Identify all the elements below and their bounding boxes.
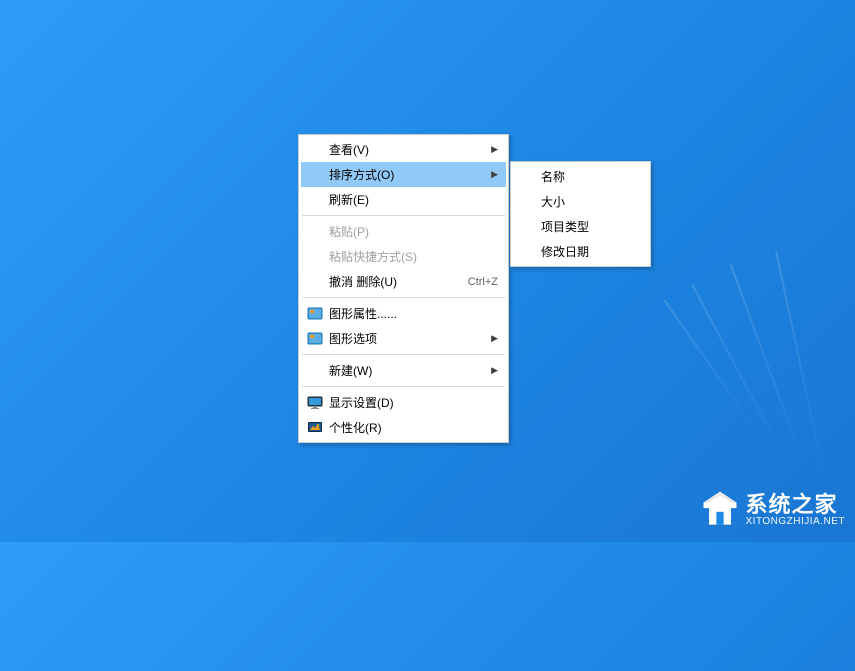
submenu-item-item-type[interactable]: 项目类型 — [513, 214, 648, 239]
menu-label: 粘贴(P) — [329, 223, 498, 240]
watermark-url: XITONGZHIJIA.NET — [746, 516, 846, 527]
menu-label: 名称 — [541, 168, 640, 185]
desktop-context-menu: 查看(V) ▶ 排序方式(O) ▶ 刷新(E) 粘贴(P) 粘贴快捷方式(S) … — [298, 134, 509, 443]
blank-icon — [517, 193, 537, 211]
menu-label: 个性化(R) — [329, 419, 498, 436]
personalize-icon — [305, 419, 325, 437]
menu-label: 排序方式(O) — [329, 166, 490, 183]
menu-label: 大小 — [541, 193, 640, 210]
blank-icon — [305, 273, 325, 291]
menu-shortcut: Ctrl+Z — [468, 276, 498, 288]
submenu-arrow-icon: ▶ — [490, 169, 498, 180]
menu-separator — [302, 215, 505, 216]
blank-icon — [305, 166, 325, 184]
menu-separator — [302, 297, 505, 298]
graphics-icon — [305, 305, 325, 323]
menu-separator — [302, 386, 505, 387]
menu-separator — [302, 354, 505, 355]
menu-label: 撤消 删除(U) — [329, 273, 458, 290]
menu-label: 显示设置(D) — [329, 394, 498, 411]
menu-item-graphics-options[interactable]: 图形选项 ▶ — [301, 326, 506, 351]
menu-item-undo-delete[interactable]: 撤消 删除(U) Ctrl+Z — [301, 269, 506, 294]
menu-item-personalize[interactable]: 个性化(R) — [301, 415, 506, 440]
submenu-item-date-modified[interactable]: 修改日期 — [513, 239, 648, 264]
menu-item-view[interactable]: 查看(V) ▶ — [301, 137, 506, 162]
submenu-item-size[interactable]: 大小 — [513, 189, 648, 214]
menu-label: 粘贴快捷方式(S) — [329, 248, 498, 265]
submenu-arrow-icon: ▶ — [490, 333, 498, 344]
menu-label: 图形选项 — [329, 330, 490, 347]
menu-label: 项目类型 — [541, 218, 640, 235]
menu-label: 查看(V) — [329, 141, 490, 158]
desktop-light-rays — [455, 271, 855, 671]
watermark: 系统之家 XITONGZHIJIA.NET — [698, 488, 846, 532]
menu-label: 图形属性...... — [329, 305, 498, 322]
submenu-arrow-icon: ▶ — [490, 144, 498, 155]
menu-item-display-settings[interactable]: 显示设置(D) — [301, 390, 506, 415]
menu-item-paste: 粘贴(P) — [301, 219, 506, 244]
watermark-title: 系统之家 — [746, 494, 846, 516]
submenu-arrow-icon: ▶ — [490, 365, 498, 376]
menu-item-new[interactable]: 新建(W) ▶ — [301, 358, 506, 383]
blank-icon — [305, 248, 325, 266]
menu-label: 刷新(E) — [329, 191, 498, 208]
menu-label: 新建(W) — [329, 362, 490, 379]
blank-icon — [305, 191, 325, 209]
menu-label: 修改日期 — [541, 243, 640, 260]
menu-item-graphics-properties[interactable]: 图形属性...... — [301, 301, 506, 326]
menu-item-refresh[interactable]: 刷新(E) — [301, 187, 506, 212]
submenu-item-name[interactable]: 名称 — [513, 164, 648, 189]
blank-icon — [517, 218, 537, 236]
blank-icon — [305, 362, 325, 380]
watermark-logo-icon — [698, 488, 742, 532]
display-icon — [305, 394, 325, 412]
blank-icon — [517, 168, 537, 186]
graphics-icon — [305, 330, 325, 348]
menu-item-paste-shortcut: 粘贴快捷方式(S) — [301, 244, 506, 269]
blank-icon — [305, 223, 325, 241]
blank-icon — [305, 141, 325, 159]
blank-icon — [517, 243, 537, 261]
menu-item-sort-by[interactable]: 排序方式(O) ▶ — [301, 162, 506, 187]
sort-by-submenu: 名称 大小 项目类型 修改日期 — [510, 161, 651, 267]
